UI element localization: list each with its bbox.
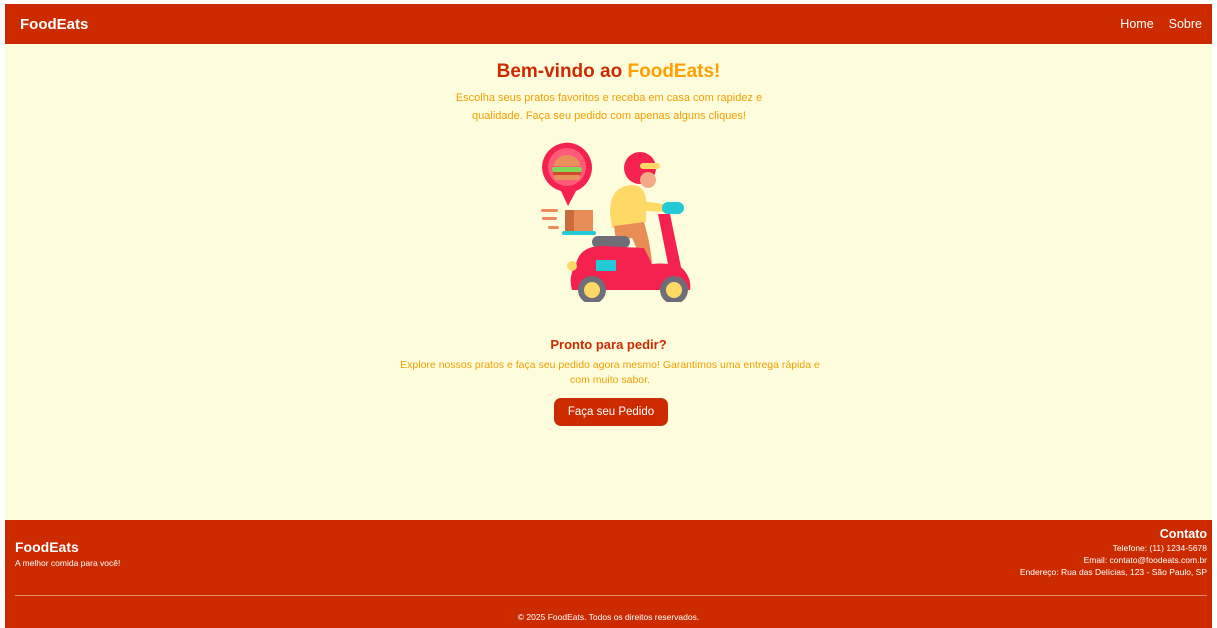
hero-title: Bem-vindo ao FoodEats!	[5, 61, 1212, 83]
hero-subtitle: Escolha seus pratos favoritos e receba e…	[455, 92, 763, 122]
brand-logo[interactable]: FoodEats	[20, 16, 88, 33]
hero-title-prefix: Bem-vindo ao	[496, 61, 628, 82]
contact-title: Contato	[1159, 527, 1207, 541]
cta-text: Explore nossos pratos e faça seu pedido …	[400, 359, 820, 386]
footer-copyright: © 2025 FoodEats. Todos os direitos reser…	[517, 612, 700, 622]
order-button[interactable]: Faça seu Pedido	[554, 398, 668, 426]
contact-email: Email: contato@foodeats.com.br	[1083, 555, 1207, 565]
cta-title: Pronto para pedir?	[550, 337, 667, 352]
hero-title-accent: FoodEats!	[627, 61, 721, 82]
nav-link-home[interactable]: Home	[1120, 17, 1153, 31]
contact-address: Endereço: Rua das Delícias, 123 - São Pa…	[1019, 567, 1207, 577]
footer-contact: Contato Telefone: (11) 1234-5678 Email: …	[1020, 527, 1207, 578]
footer-brand: FoodEats	[15, 539, 79, 555]
footer: FoodEats A melhor comida para você! Cont…	[5, 520, 1212, 628]
nav-links: Home Sobre	[1120, 17, 1202, 31]
nav-link-sobre[interactable]: Sobre	[1169, 17, 1202, 31]
navbar: FoodEats Home Sobre	[5, 4, 1212, 44]
page: FoodEats Home Sobre Bem-vindo ao FoodEat…	[5, 4, 1212, 628]
contact-phone: Telefone: (11) 1234-5678	[1112, 543, 1207, 553]
footer-tagline: A melhor comida para você!	[15, 558, 121, 568]
delivery-scooter-icon	[532, 142, 692, 304]
footer-divider	[15, 595, 1207, 596]
